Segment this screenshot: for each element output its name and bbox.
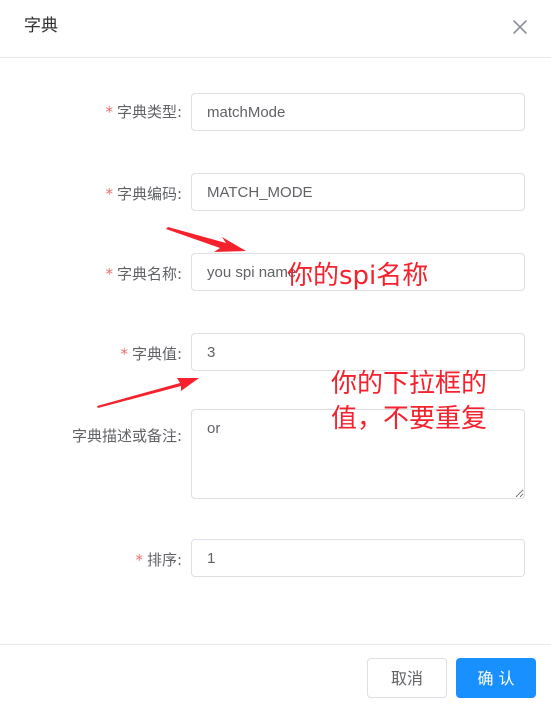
dict-name-label: * 字典名称: bbox=[105, 265, 182, 283]
required-mark: * bbox=[105, 185, 113, 203]
cancel-button[interactable]: 取消 bbox=[367, 658, 447, 698]
sort-input[interactable] bbox=[191, 539, 525, 577]
required-mark: * bbox=[105, 265, 113, 283]
required-mark: * bbox=[105, 103, 113, 121]
arrow-to-value-field bbox=[97, 378, 199, 408]
close-icon[interactable] bbox=[509, 16, 531, 38]
dict-dialog: 字典 *字典类型: *字典编码: *字典名称: *字典值: bbox=[0, 0, 551, 706]
dict-type-input[interactable] bbox=[191, 93, 525, 131]
sort-label: * 排序: bbox=[135, 551, 182, 569]
dict-code-input[interactable] bbox=[191, 173, 525, 211]
required-mark: * bbox=[120, 345, 128, 363]
dict-description-textarea[interactable]: or bbox=[191, 409, 525, 499]
dialog-title: 字典 bbox=[24, 16, 58, 36]
dict-code-label: * 字典编码: bbox=[105, 185, 182, 203]
annotation-value-note-line1: 你的下拉框的 bbox=[331, 369, 488, 399]
dialog-footer: 取消 确 认 bbox=[0, 644, 551, 706]
dict-value-input[interactable] bbox=[191, 333, 525, 371]
confirm-button[interactable]: 确 认 bbox=[456, 658, 536, 698]
arrow-to-name-field bbox=[166, 227, 246, 252]
required-mark: * bbox=[135, 551, 143, 569]
dict-description-label: 字典描述或备注: bbox=[71, 427, 182, 445]
dict-type-label: * 字典类型: bbox=[105, 103, 182, 121]
dict-value-label: * 字典值: bbox=[120, 345, 182, 363]
dialog-header: 字典 bbox=[0, 0, 551, 58]
dict-name-input[interactable] bbox=[191, 253, 525, 291]
